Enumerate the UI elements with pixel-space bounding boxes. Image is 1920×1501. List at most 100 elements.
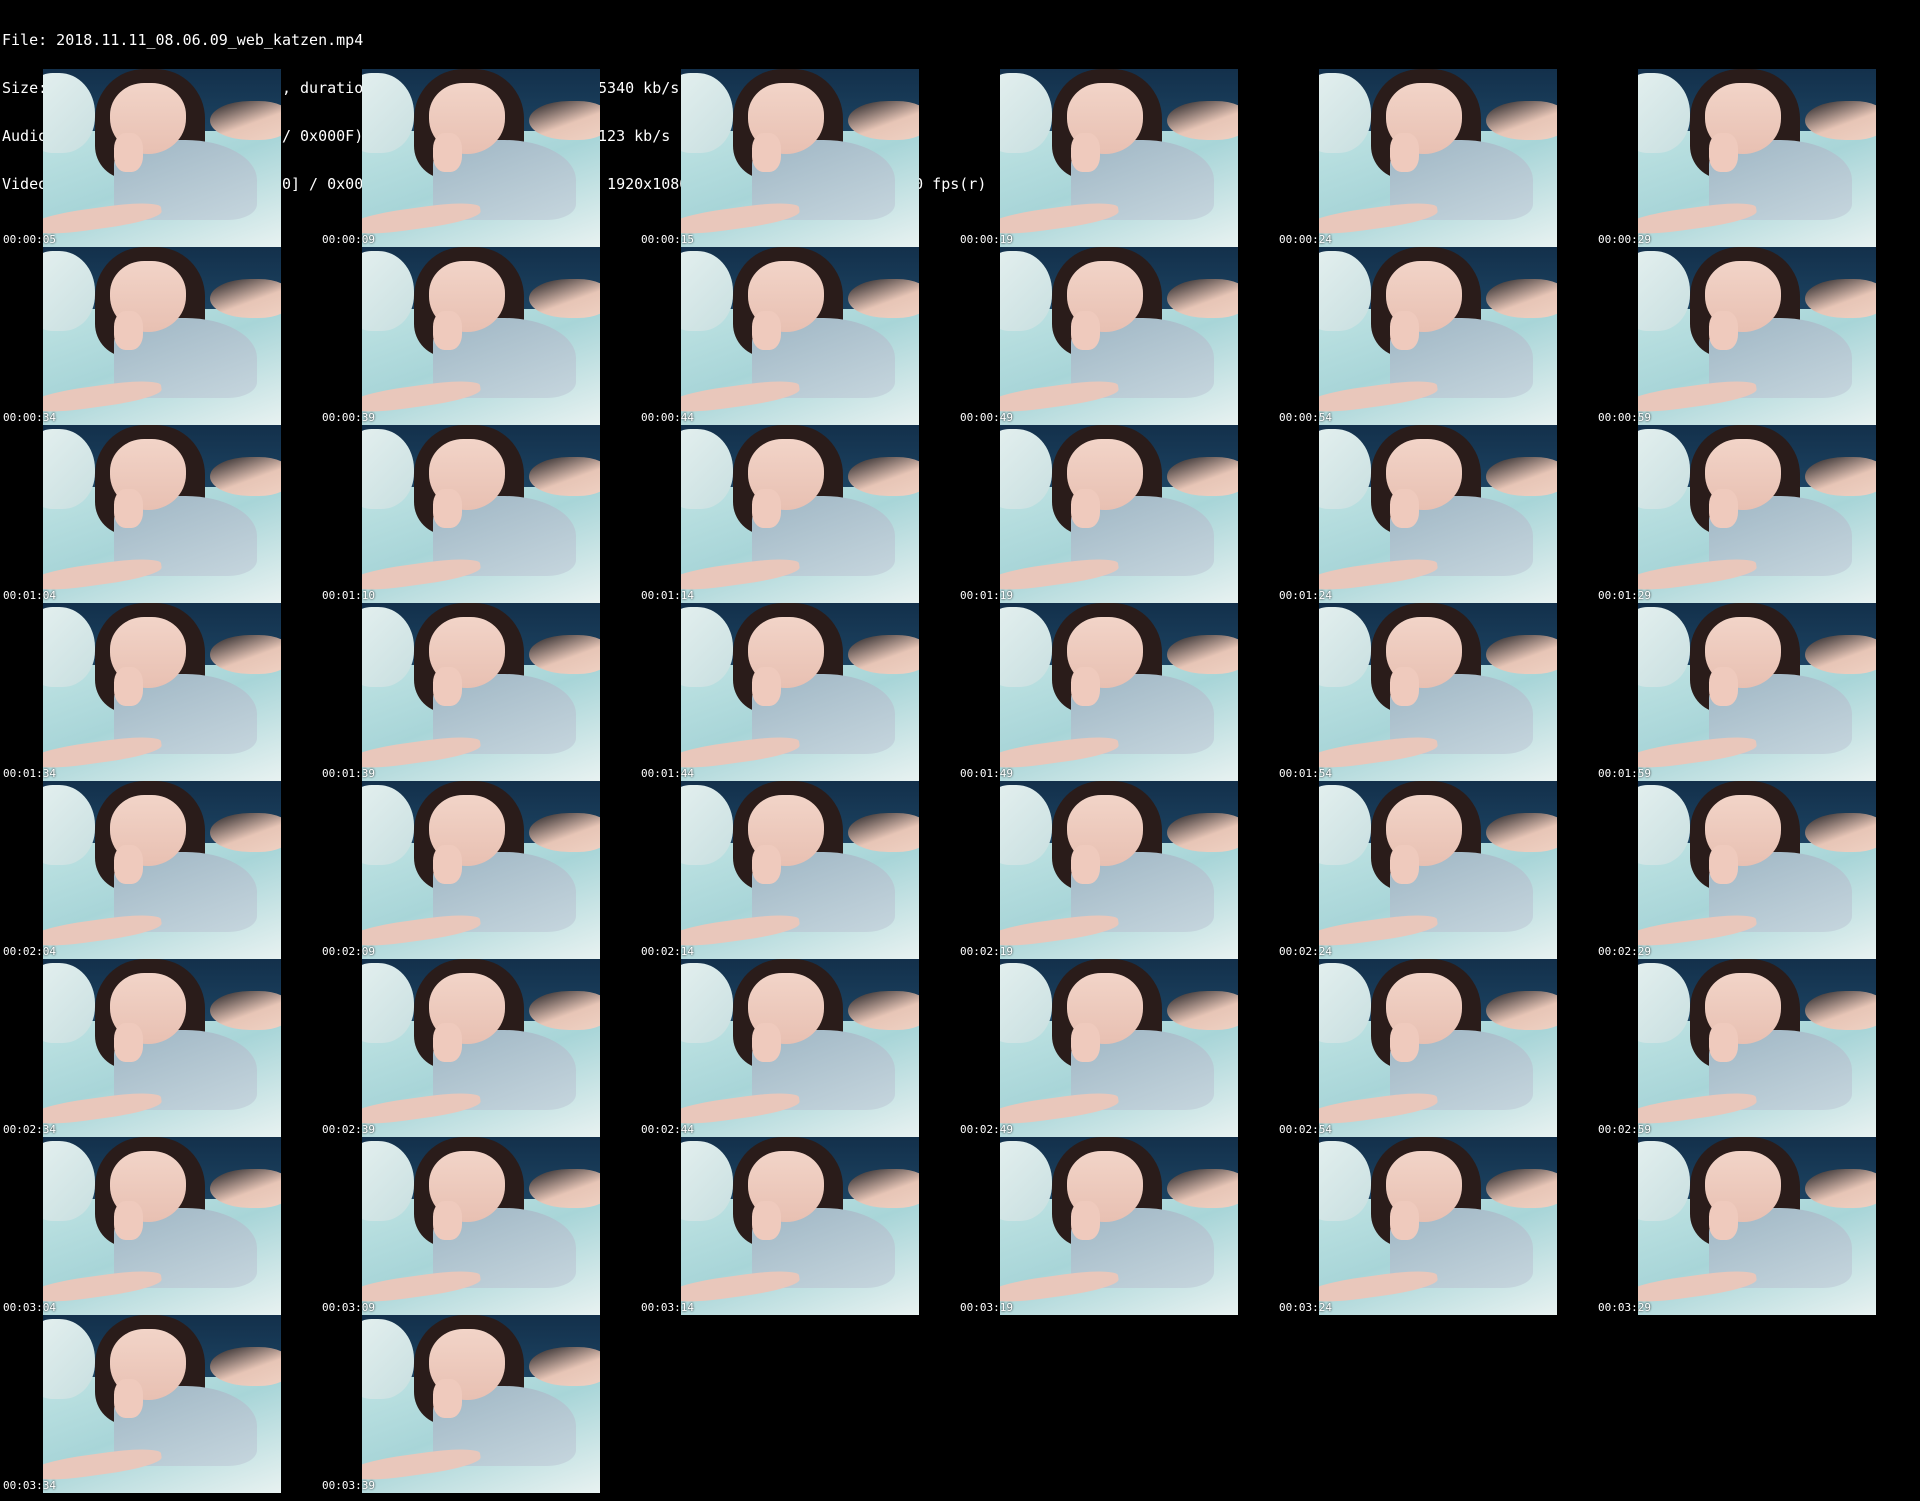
video-frame-thumbnail <box>1638 69 1876 247</box>
thumbnail-cell: 00:03:24 <box>1276 1137 1595 1315</box>
thumbnail-cell: 00:02:59 <box>1595 959 1914 1137</box>
video-frame-thumbnail <box>1000 425 1238 603</box>
video-frame-thumbnail <box>1319 425 1557 603</box>
video-frame-thumbnail <box>1319 781 1557 959</box>
frame-timestamp: 00:01:14 <box>641 589 694 602</box>
thumbnail-cell: 00:03:09 <box>319 1137 638 1315</box>
frame-timestamp: 00:01:49 <box>960 767 1013 780</box>
frame-timestamp: 00:02:04 <box>3 945 56 958</box>
thumbnail-cell: 00:01:54 <box>1276 603 1595 781</box>
thumbnail-cell: 00:01:34 <box>0 603 319 781</box>
frame-timestamp: 00:02:09 <box>322 945 375 958</box>
video-frame-thumbnail <box>1638 959 1876 1137</box>
thumbnail-cell: 00:00:34 <box>0 247 319 425</box>
thumbnail-cell: 00:02:19 <box>957 781 1276 959</box>
frame-timestamp: 00:01:19 <box>960 589 1013 602</box>
video-frame-thumbnail <box>362 425 600 603</box>
thumbnail-cell: 00:01:44 <box>638 603 957 781</box>
thumbnail-cell: 00:02:29 <box>1595 781 1914 959</box>
video-frame-thumbnail <box>681 959 919 1137</box>
thumbnail-cell: 00:00:39 <box>319 247 638 425</box>
video-frame-thumbnail <box>43 69 281 247</box>
thumbnail-cell: 00:03:04 <box>0 1137 319 1315</box>
video-frame-thumbnail <box>1638 603 1876 781</box>
video-frame-thumbnail <box>43 1137 281 1315</box>
frame-timestamp: 00:02:44 <box>641 1123 694 1136</box>
video-frame-thumbnail <box>43 959 281 1137</box>
frame-timestamp: 00:02:19 <box>960 945 1013 958</box>
video-frame-thumbnail <box>681 603 919 781</box>
video-frame-thumbnail <box>1638 1137 1876 1315</box>
thumbnail-cell: 00:01:24 <box>1276 425 1595 603</box>
frame-timestamp: 00:02:29 <box>1598 945 1651 958</box>
frame-timestamp: 00:01:54 <box>1279 767 1332 780</box>
video-frame-thumbnail <box>681 425 919 603</box>
video-frame-thumbnail <box>681 247 919 425</box>
frame-timestamp: 00:01:39 <box>322 767 375 780</box>
video-frame-thumbnail <box>1319 603 1557 781</box>
thumbnail-cell: 00:01:49 <box>957 603 1276 781</box>
thumbnail-cell: 00:02:34 <box>0 959 319 1137</box>
video-frame-thumbnail <box>43 1315 281 1493</box>
frame-timestamp: 00:03:39 <box>322 1479 375 1492</box>
video-frame-thumbnail <box>681 1137 919 1315</box>
video-frame-thumbnail <box>43 425 281 603</box>
frame-timestamp: 00:01:10 <box>322 589 375 602</box>
contact-sheet: { "header": { "file_line": "File: 2018.1… <box>0 0 1920 1501</box>
thumbnail-cell: 00:02:49 <box>957 959 1276 1137</box>
frame-timestamp: 00:00:39 <box>322 411 375 424</box>
frame-timestamp: 00:00:54 <box>1279 411 1332 424</box>
thumbnail-cell: 00:00:05 <box>0 69 319 247</box>
thumbnail-cell: 00:03:14 <box>638 1137 957 1315</box>
thumbnail-cell: 00:00:59 <box>1595 247 1914 425</box>
thumbnail-cell: 00:02:54 <box>1276 959 1595 1137</box>
thumbnail-cell: 00:00:19 <box>957 69 1276 247</box>
frame-timestamp: 00:00:34 <box>3 411 56 424</box>
video-frame-thumbnail <box>1638 247 1876 425</box>
frame-timestamp: 00:03:09 <box>322 1301 375 1314</box>
frame-timestamp: 00:00:19 <box>960 233 1013 246</box>
video-frame-thumbnail <box>43 781 281 959</box>
video-frame-thumbnail <box>362 1137 600 1315</box>
video-frame-thumbnail <box>1319 69 1557 247</box>
frame-timestamp: 00:03:29 <box>1598 1301 1651 1314</box>
thumbnail-cell: 00:00:24 <box>1276 69 1595 247</box>
thumbnail-cell: 00:02:44 <box>638 959 957 1137</box>
thumbnail-cell: 00:00:44 <box>638 247 957 425</box>
video-frame-thumbnail <box>681 781 919 959</box>
thumbnail-cell: 00:01:59 <box>1595 603 1914 781</box>
frame-timestamp: 00:01:29 <box>1598 589 1651 602</box>
video-frame-thumbnail <box>362 69 600 247</box>
thumbnail-cell: 00:03:39 <box>319 1315 638 1493</box>
frame-timestamp: 00:00:05 <box>3 233 56 246</box>
video-frame-thumbnail <box>362 603 600 781</box>
frame-timestamp: 00:03:19 <box>960 1301 1013 1314</box>
frame-timestamp: 00:01:44 <box>641 767 694 780</box>
video-frame-thumbnail <box>1000 603 1238 781</box>
thumbnail-cell: 00:00:29 <box>1595 69 1914 247</box>
frame-timestamp: 00:03:34 <box>3 1479 56 1492</box>
thumbnail-cell: 00:01:14 <box>638 425 957 603</box>
video-frame-thumbnail <box>1000 69 1238 247</box>
frame-timestamp: 00:00:44 <box>641 411 694 424</box>
frame-timestamp: 00:01:59 <box>1598 767 1651 780</box>
thumbnail-cell: 00:02:14 <box>638 781 957 959</box>
thumbnail-cell: 00:02:24 <box>1276 781 1595 959</box>
thumbnail-cell: 00:00:09 <box>319 69 638 247</box>
frame-timestamp: 00:02:49 <box>960 1123 1013 1136</box>
frame-timestamp: 00:02:39 <box>322 1123 375 1136</box>
thumbnail-cell: 00:00:15 <box>638 69 957 247</box>
thumbnail-cell: 00:00:54 <box>1276 247 1595 425</box>
frame-timestamp: 00:03:04 <box>3 1301 56 1314</box>
video-frame-thumbnail <box>362 247 600 425</box>
frame-timestamp: 00:00:24 <box>1279 233 1332 246</box>
frame-timestamp: 00:03:24 <box>1279 1301 1332 1314</box>
frame-timestamp: 00:00:09 <box>322 233 375 246</box>
frame-timestamp: 00:00:15 <box>641 233 694 246</box>
frame-timestamp: 00:02:34 <box>3 1123 56 1136</box>
thumbnail-cell: 00:02:39 <box>319 959 638 1137</box>
video-frame-thumbnail <box>43 247 281 425</box>
thumbnail-cell: 00:03:29 <box>1595 1137 1914 1315</box>
video-frame-thumbnail <box>681 69 919 247</box>
thumbnail-cell: 00:02:04 <box>0 781 319 959</box>
